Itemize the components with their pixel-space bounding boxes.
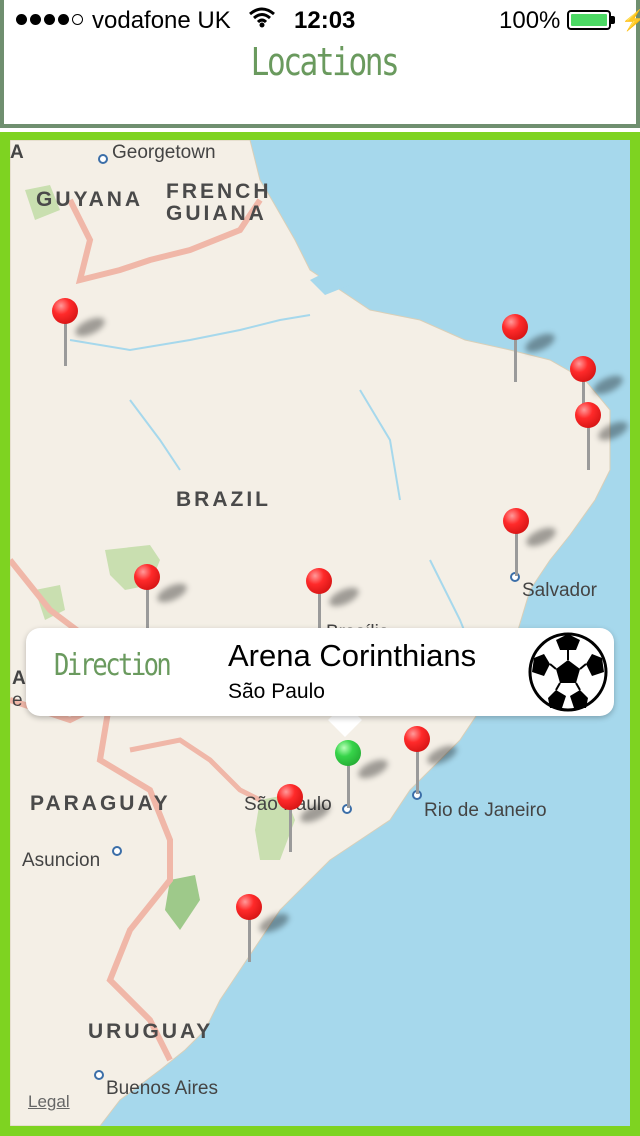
- map-pin[interactable]: [500, 314, 558, 394]
- soccer-ball-icon[interactable]: [526, 632, 610, 717]
- signal-strength-icon: [16, 14, 83, 25]
- map-pin[interactable]: [501, 508, 559, 588]
- page-title: Locations: [250, 40, 400, 84]
- city-rio: Rio de Janeiro: [424, 800, 547, 821]
- city-dot-asuncion: [112, 846, 122, 856]
- edge-letter-side: A: [12, 668, 26, 689]
- label-guyana: GUYANA: [36, 188, 144, 211]
- city-dot-buenos-aires: [94, 1070, 104, 1080]
- status-bar: vodafone UK 12:03 100% ⚡: [4, 0, 640, 40]
- navigation-header: vodafone UK 12:03 100% ⚡ Locations: [0, 0, 640, 128]
- charging-icon: ⚡: [621, 10, 640, 32]
- map-pin-selected[interactable]: [333, 740, 391, 820]
- annotation-callout[interactable]: Direction Arena Corinthians São Paulo: [26, 628, 614, 716]
- battery-tip: [611, 16, 615, 24]
- legal-link[interactable]: Legal: [28, 1092, 70, 1112]
- status-time: 12:03: [294, 7, 356, 34]
- map-pin[interactable]: [50, 298, 108, 378]
- map-pin[interactable]: [275, 784, 333, 864]
- city-asuncion: Asuncion: [22, 850, 101, 871]
- map-pin[interactable]: [402, 726, 460, 806]
- label-paraguay: PARAGUAY: [30, 792, 171, 815]
- label-french-guiana-1: FRENCH: [166, 180, 272, 203]
- direction-button[interactable]: Direction: [54, 648, 172, 683]
- city-georgetown: Georgetown: [112, 142, 216, 163]
- battery-percent: 100%: [499, 7, 561, 34]
- city-dot-georgetown: [98, 154, 108, 164]
- callout-subtitle: São Paulo: [228, 680, 325, 703]
- wifi-icon: [248, 6, 276, 35]
- label-french-guiana-2: GUIANA: [166, 202, 267, 225]
- label-brazil: BRAZIL: [176, 488, 271, 511]
- label-uruguay: URUGUAY: [88, 1020, 214, 1043]
- map-pin[interactable]: [573, 402, 630, 482]
- map-pin[interactable]: [234, 894, 292, 974]
- carrier-name: vodafone UK: [92, 7, 231, 34]
- city-buenos-aires: Buenos Aires: [106, 1078, 218, 1099]
- edge-letter-side2: e: [12, 690, 23, 711]
- battery-icon: [567, 10, 611, 30]
- city-salvador: Salvador: [522, 580, 597, 601]
- callout-title: Arena Corinthians: [228, 638, 477, 673]
- edge-letter-top: A: [10, 142, 24, 163]
